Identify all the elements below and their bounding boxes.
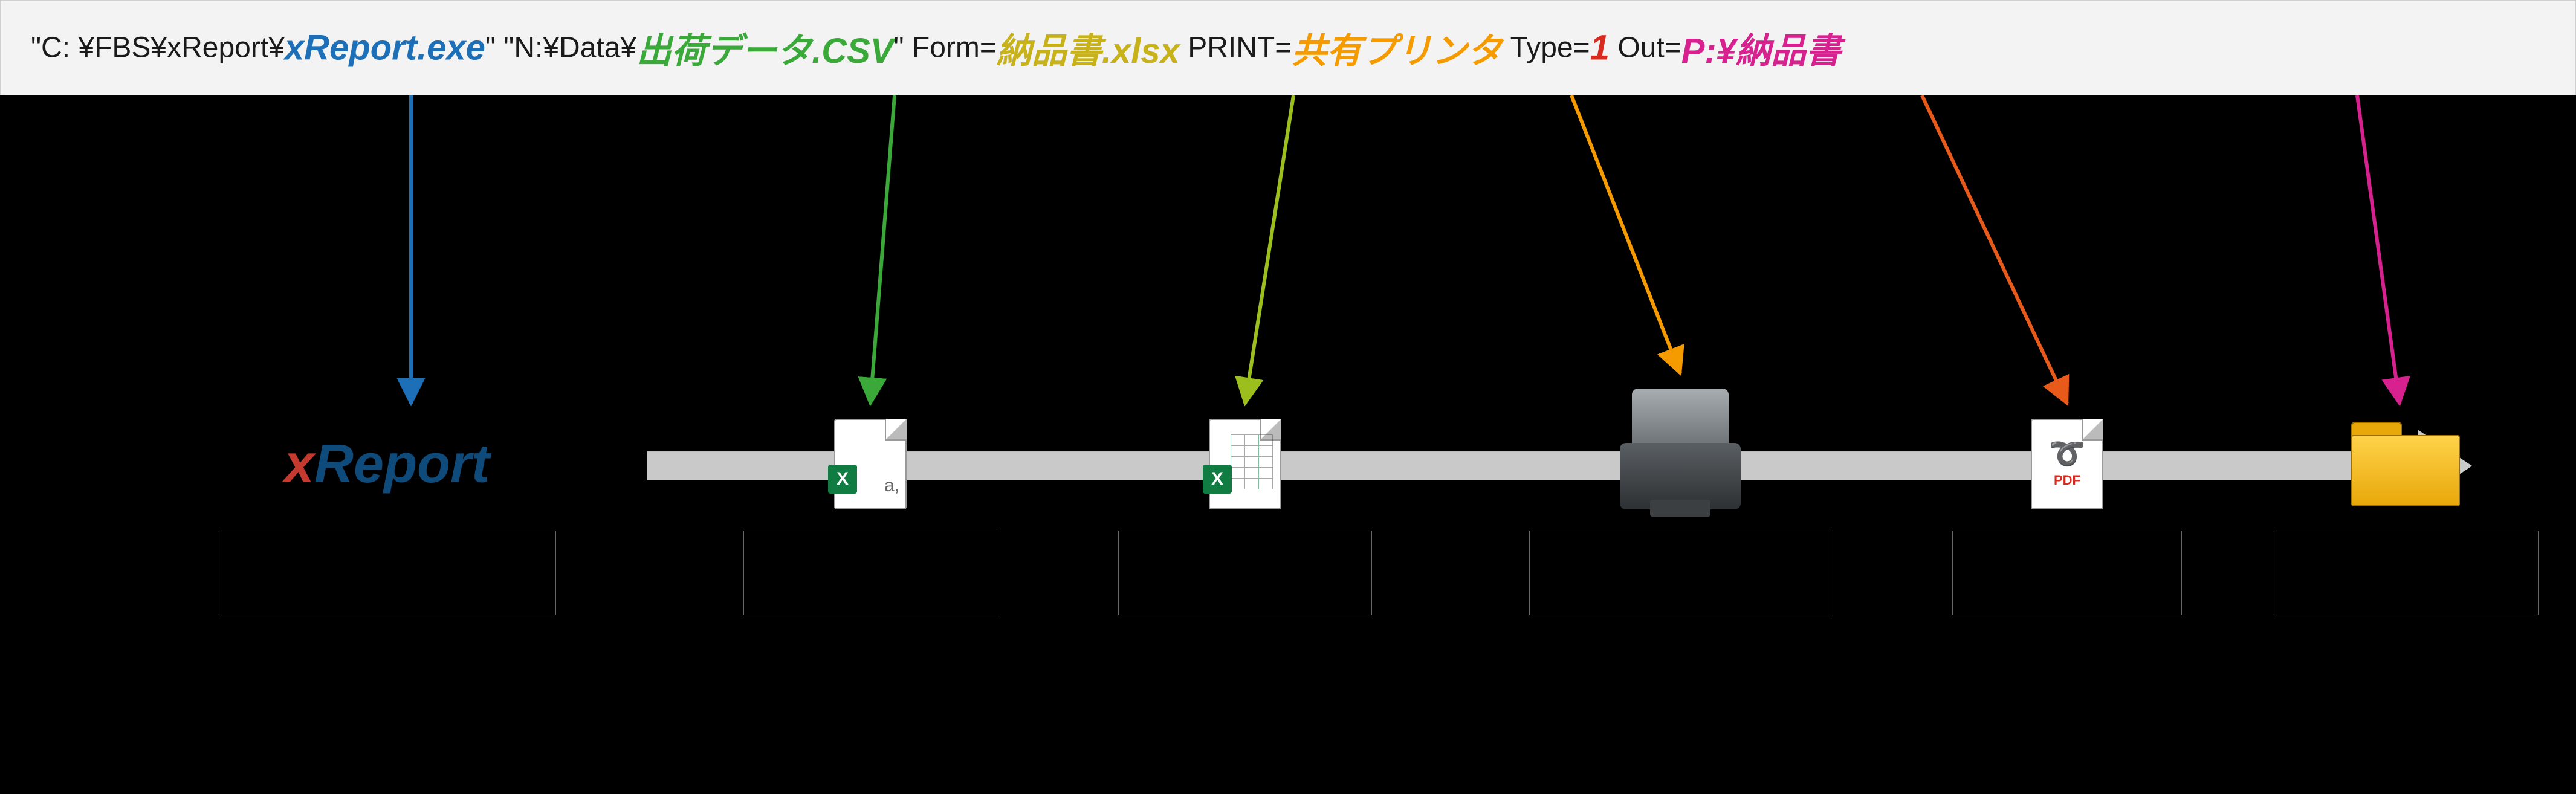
logo-x-letter: x [284, 434, 314, 494]
node-xlsx: X [1118, 416, 1372, 615]
node-folder [2273, 416, 2539, 615]
folder-icon [2351, 422, 2460, 506]
arrow-csv [870, 95, 895, 404]
arrow-out [2357, 95, 2400, 404]
node-xreport-label [218, 531, 556, 615]
command-line-bar: "C: ¥FBS¥xReport¥xReport.exe" "N:¥Data¥出… [0, 0, 2576, 95]
excel-csv-icon: X a, [834, 419, 907, 509]
excel-a-glyph: a, [884, 476, 899, 496]
flow-diagram: xReport X a, X [0, 95, 2576, 730]
node-csv: X a, [743, 416, 997, 615]
pdf-icon: ➰ PDF [2031, 419, 2103, 509]
node-printer [1529, 386, 1831, 615]
node-printer-label [1529, 531, 1831, 615]
node-csv-label [743, 531, 997, 615]
arrow-type [1922, 95, 2067, 404]
cmd-post1: " "N:¥Data¥ [485, 32, 636, 64]
pdf-symbol: ➰ [2049, 440, 2085, 469]
cmd-post2: " Form= [894, 32, 997, 64]
node-folder-label [2273, 531, 2539, 615]
cmd-post5: Out= [1610, 32, 1681, 64]
cmd-pre1: "C: ¥FBS¥xReport¥ [31, 32, 285, 64]
cmd-csv: 出荷データ.CSV [636, 31, 893, 71]
cmd-post3: PRINT= [1180, 32, 1292, 64]
logo-rest: Report [314, 434, 490, 494]
excel-badge-icon: X [828, 465, 857, 494]
excel-grid-icon [1231, 434, 1273, 489]
printer-icon [1620, 389, 1741, 509]
cmd-exe: xReport.exe [285, 28, 485, 68]
node-pdf: ➰ PDF [1952, 416, 2182, 615]
node-xreport: xReport [218, 416, 556, 615]
cmd-xlsx: 納品書.xlsx [997, 31, 1180, 71]
cmd-printer: 共有プリンタ [1292, 31, 1502, 71]
xreport-logo: xReport [284, 437, 490, 491]
pdf-text: PDF [2054, 473, 2080, 488]
cmd-post4: Type= [1502, 32, 1590, 64]
excel-badge-icon: X [1203, 465, 1232, 494]
arrow-xlsx [1245, 95, 1293, 404]
cmd-out: P:¥納品書 [1681, 31, 1841, 71]
excel-xlsx-icon: X [1209, 419, 1281, 509]
cmd-type: 1 [1590, 28, 1610, 68]
node-pdf-label [1952, 531, 2182, 615]
arrow-printer [1571, 95, 1680, 373]
node-xlsx-label [1118, 531, 1372, 615]
